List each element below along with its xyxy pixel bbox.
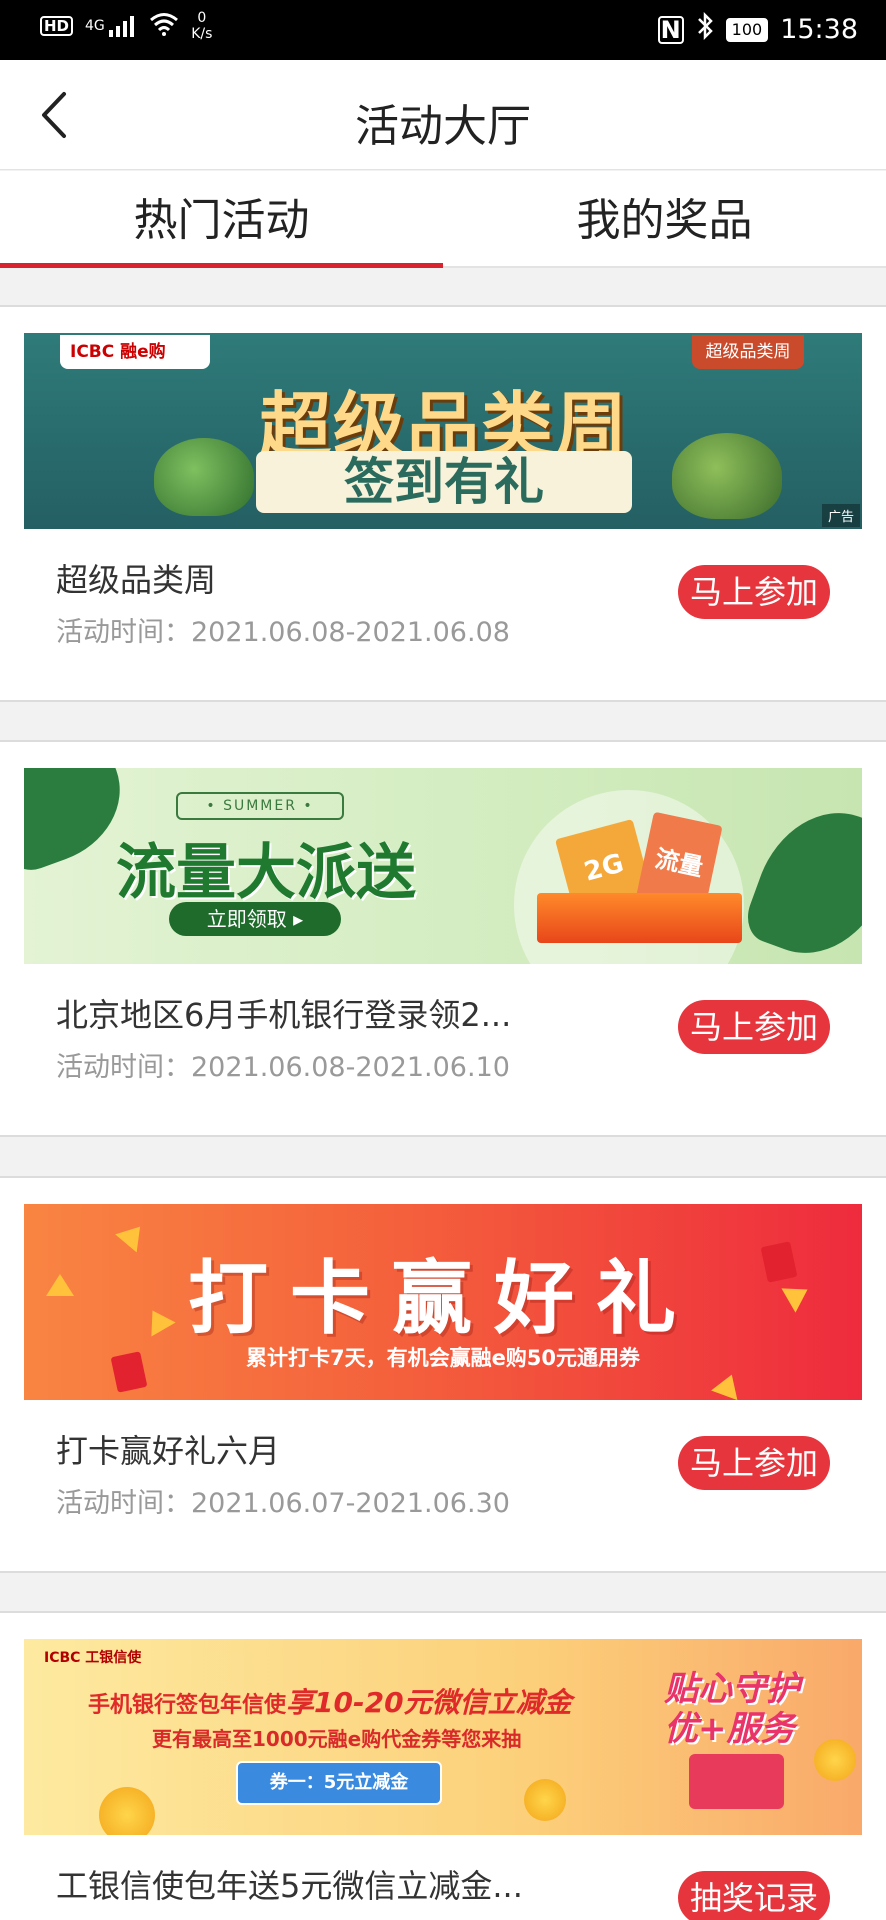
banner-subline: 签到有礼 [256,451,632,513]
activity-time: 活动时间：2021.06.08-2021.06.08 [56,617,510,648]
cellular-signal-icon: 4G [85,15,137,37]
activity-time: 活动时间：2021.06.07-2021.06.30 [56,1488,510,1519]
battery-icon: 100 [725,17,769,42]
banner-tag: • SUMMER • [176,792,344,820]
banner-subline: 累计打卡7天，有机会赢融e购50元通用券 [245,1346,641,1370]
banner-headline: 打卡赢好礼 [188,1252,698,1345]
activity-title: 打卡赢好礼六月 [56,1432,281,1470]
coin-icon [99,1787,155,1835]
banner-headline: 流量大派送 [116,838,416,908]
icbc-logo: ICBC 工银信使 [44,1650,142,1666]
activity-banner[interactable]: 打卡赢好礼 累计打卡7天，有机会赢融e购50元通用券 [24,1204,862,1400]
wifi-icon [149,12,179,40]
tab-hot-activities[interactable]: 热门活动 [0,171,443,268]
banner-headline: 手机银行签包年信使享10-20元微信立减金 [88,1681,572,1721]
activity-card: ICBC 融e购 超级品类周 超级品类周 签到有礼 广告 超级品类周 活动时间：… [0,305,886,702]
app-header: 活动大厅 [0,60,886,170]
lottery-records-button[interactable]: 抽奖记录 [677,1871,830,1920]
banner-corner-tag: 超级品类周 [692,335,804,369]
banner-slogan: 贴心守护 优+服务 [664,1669,800,1749]
banner-headline-prefix: 手机银行签包年信使 [88,1693,287,1718]
coupon-label: 券一：5元立减金 [236,1761,442,1805]
zongzi-illustration [672,433,782,519]
join-button[interactable]: 马上参加 [677,1436,830,1490]
activity-title: 工银信使包年送5元微信立减金... [56,1867,523,1905]
activity-title: 北京地区6月手机银行登录领2... [56,996,512,1034]
coin-icon [524,1779,566,1821]
coin-icon [814,1739,856,1781]
activity-card: 2G 流量 • SUMMER • 流量大派送 立即领取 ▸ 北京地区6月手机银行… [0,740,886,1137]
page-title: 活动大厅 [355,101,531,152]
activity-banner[interactable]: 2G 流量 • SUMMER • 流量大派送 立即领取 ▸ [24,768,862,964]
gift-box-illustration [689,1754,784,1809]
tab-my-prizes[interactable]: 我的奖品 [443,171,886,266]
icbc-logo: ICBC 融e购 [60,335,210,369]
activity-banner[interactable]: ICBC 工银信使 手机银行签包年信使享10-20元微信立减金 更有最高至100… [24,1639,862,1835]
banner-slogan-line: 贴心守护 [664,1669,800,1709]
activity-banner[interactable]: ICBC 融e购 超级品类周 超级品类周 签到有礼 广告 [24,333,862,529]
join-button[interactable]: 马上参加 [677,565,830,619]
network-type: 4G [85,18,105,34]
network-speed-value: 0 [197,10,207,26]
nfc-icon: N [657,15,684,44]
tab-bar: 热门活动 我的奖品 [0,171,886,268]
banner-subline: 更有最高至1000元融e购代金券等您来抽 [152,1727,522,1751]
activity-card: 打卡赢好礼 累计打卡7天，有机会赢融e购50元通用券 打卡赢好礼六月 活动时间：… [0,1176,886,1573]
ad-tag: 广告 [821,504,860,527]
banner-slogan-line: 优+服务 [664,1709,795,1749]
clock: 15:38 [780,14,858,45]
gift-box-illustration [537,893,742,943]
banner-cta: 立即领取 ▸ [169,902,341,936]
activity-time: 活动时间：2021.06.08-2021.06.10 [56,1052,510,1083]
bluetooth-icon [696,11,714,47]
status-bar: HD 4G 0 K/s N 100 15:38 [0,0,886,60]
hd-indicator: HD [40,16,74,36]
network-speed: 0 K/s [191,10,212,42]
confetti-decoration [711,1369,745,1400]
activity-title: 超级品类周 [56,561,217,599]
leaf-decoration [739,792,862,964]
join-button[interactable]: 马上参加 [677,1000,830,1054]
activity-card: ICBC 工银信使 手机银行签包年信使享10-20元微信立减金 更有最高至100… [0,1611,886,1920]
banner-headline-emphasis: 享10-20元微信立减金 [286,1686,572,1719]
network-speed-unit: K/s [191,26,213,42]
